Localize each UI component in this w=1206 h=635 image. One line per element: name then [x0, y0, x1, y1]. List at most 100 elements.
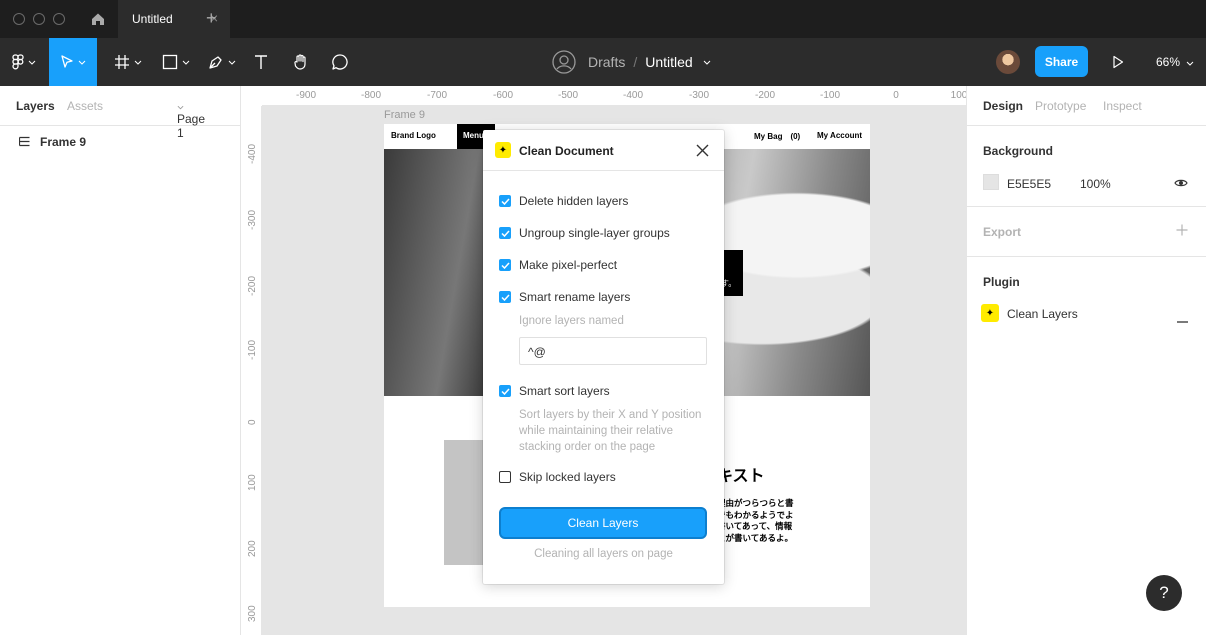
hand-tool-button[interactable] — [284, 38, 318, 86]
minimize-window-button[interactable] — [33, 13, 45, 25]
avatar[interactable] — [996, 50, 1020, 74]
breadcrumb-drafts[interactable]: Drafts — [588, 54, 625, 70]
background-swatch[interactable] — [983, 174, 999, 190]
pen-tool-button[interactable] — [198, 38, 246, 86]
chevron-down-icon — [134, 60, 142, 65]
minus-icon — [1177, 321, 1188, 323]
ruler-tick-label: -900 — [295, 90, 317, 101]
option-label: Make pixel-perfect — [519, 258, 618, 272]
maximize-window-button[interactable] — [53, 13, 65, 25]
option-smart-rename[interactable]: Smart rename layers — [499, 289, 630, 305]
plugin-icon: ✦ — [981, 304, 999, 322]
move-tool-button[interactable] — [49, 38, 97, 86]
team-avatar-icon[interactable] — [552, 50, 576, 74]
checkbox-checked[interactable] — [499, 291, 511, 303]
frame-my-account: My Account — [817, 131, 863, 140]
option-label: Ungroup single-layer groups — [519, 226, 670, 240]
main-menu-button[interactable] — [0, 38, 48, 86]
frame-image-placeholder — [444, 440, 484, 565]
ruler-tick-label: -200 — [247, 275, 258, 296]
tab-assets[interactable]: Assets — [67, 99, 103, 113]
checkbox-checked[interactable] — [499, 259, 511, 271]
status-text: Cleaning all layers on page — [534, 548, 673, 560]
zoom-menu[interactable]: 66% — [1156, 55, 1194, 69]
tab-prototype[interactable]: Prototype — [1035, 99, 1086, 113]
shape-tool-button[interactable] — [152, 38, 200, 86]
document-tab-label: Untitled — [132, 12, 173, 26]
present-button[interactable] — [1112, 55, 1124, 72]
tab-layers[interactable]: Layers — [16, 99, 55, 113]
close-plugin-button[interactable] — [1177, 312, 1188, 326]
smart-sort-hint: Sort layers by their X and Y position wh… — [519, 409, 702, 453]
option-delete-hidden[interactable]: Delete hidden layers — [499, 193, 628, 209]
background-opacity[interactable]: 100% — [1080, 177, 1111, 191]
home-icon[interactable] — [90, 11, 106, 27]
frame-body-line: 理由がつらつらと書 — [717, 498, 794, 508]
figma-menu-icon — [12, 54, 24, 70]
background-hex[interactable]: E5E5E5 — [1007, 177, 1051, 191]
tab-design[interactable]: Design — [983, 99, 1023, 113]
frame-body-line: とが書いてあるよ。 — [717, 532, 793, 543]
page-selector[interactable]: Page 1 — [177, 99, 205, 140]
right-panel-tabs: Design Prototype Inspect — [967, 86, 1206, 126]
breadcrumb: Drafts / Untitled — [552, 50, 711, 74]
ruler-tick-label: -800 — [360, 90, 382, 101]
frame-tool-icon — [115, 55, 129, 69]
close-icon — [696, 144, 709, 157]
move-tool-icon — [61, 55, 73, 68]
dialog-title: Clean Document — [519, 144, 614, 158]
dialog-close-button[interactable] — [695, 143, 710, 161]
ruler-tick-label: 300 — [247, 605, 258, 622]
dialog-header: ✦ Clean Document — [483, 130, 724, 171]
option-label: Smart rename layers — [519, 290, 631, 304]
chevron-down-icon[interactable] — [703, 60, 711, 65]
layer-label: Frame 9 — [40, 135, 87, 149]
check-icon — [500, 197, 510, 205]
check-icon — [500, 293, 510, 301]
layer-item[interactable]: Frame 9 — [0, 132, 240, 152]
frame-layer-icon — [19, 136, 30, 147]
check-icon — [500, 387, 510, 395]
frame-body-text: 理由がつらつらと書 でもわかるようでよ 書いてあって、情報 とが書いてあるよ。 — [717, 498, 807, 544]
ignore-layers-input[interactable]: ^@ — [519, 337, 707, 365]
checkbox-checked[interactable] — [499, 195, 511, 207]
ruler-tick-label: -100 — [819, 90, 841, 101]
text-tool-button[interactable] — [244, 38, 278, 86]
check-icon — [500, 261, 510, 269]
comment-tool-button[interactable] — [323, 38, 357, 86]
help-button[interactable]: ? — [1146, 575, 1182, 611]
export-section: Export — [967, 207, 1206, 257]
clean-layers-button[interactable]: Clean Layers — [499, 507, 707, 539]
file-title[interactable]: Untitled — [645, 54, 692, 70]
title-bar: Untitled × + — [0, 0, 1206, 38]
add-export-button[interactable] — [1176, 224, 1188, 239]
ruler-tick-label: 0 — [893, 90, 899, 101]
checkbox-checked[interactable] — [499, 227, 511, 239]
ruler-tick-label: -500 — [557, 90, 579, 101]
plugin-name[interactable]: Clean Layers — [1007, 307, 1078, 321]
check-icon — [500, 229, 510, 237]
plugin-section-title: Plugin — [983, 275, 1020, 289]
option-label: Delete hidden layers — [519, 194, 629, 208]
share-button[interactable]: Share — [1035, 46, 1088, 77]
frame-label[interactable]: Frame 9 — [384, 109, 425, 121]
ruler-tick-label: -300 — [247, 209, 258, 230]
layers-panel: Layers Assets Page 1 Frame 9 — [0, 86, 241, 635]
new-tab-button[interactable]: + — [206, 8, 217, 29]
ruler-tick-label: 100 — [950, 90, 966, 101]
tab-inspect[interactable]: Inspect — [1103, 99, 1142, 113]
frame-tool-button[interactable] — [104, 38, 152, 86]
plugin-dialog: ✦ Clean Document Delete hidden layers Un… — [483, 130, 724, 584]
option-smart-sort[interactable]: Smart sort layers — [499, 383, 610, 399]
checkbox-unchecked[interactable] — [499, 471, 511, 483]
option-skip-locked[interactable]: Skip locked layers — [499, 469, 616, 485]
option-ungroup[interactable]: Ungroup single-layer groups — [499, 225, 670, 241]
chevron-down-icon — [182, 60, 190, 65]
visibility-toggle[interactable] — [1174, 177, 1188, 191]
checkbox-checked[interactable] — [499, 385, 511, 397]
frame-heading: キスト — [717, 468, 765, 485]
chevron-down-icon — [78, 60, 86, 65]
ruler-tick-label: 0 — [247, 419, 258, 425]
option-pixel-perfect[interactable]: Make pixel-perfect — [499, 257, 617, 273]
close-window-button[interactable] — [13, 13, 25, 25]
